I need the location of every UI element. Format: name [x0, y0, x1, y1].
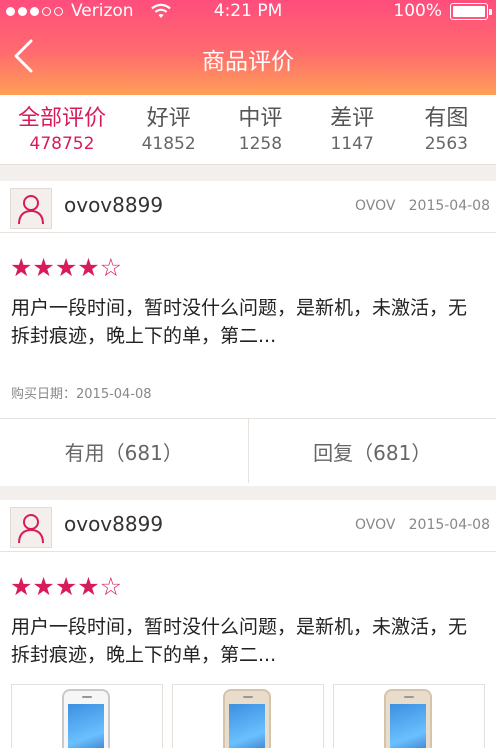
review-actions: 有用（681） 回复（681） — [0, 418, 496, 483]
tab-count: 478752 — [29, 134, 95, 154]
review-text[interactable]: 用户一段时间，暂时没什么问题，是新机，未激活，无拆封痕迹，晚上下的单，第二... — [11, 294, 481, 350]
star-filled-icon: ★★★★ — [10, 253, 100, 282]
user-icon[interactable] — [10, 507, 52, 548]
review-photo[interactable] — [11, 684, 163, 748]
phone-image — [384, 689, 432, 748]
product-brand: OVOV — [355, 198, 396, 214]
review-header: ovov8899 OVOV 2015-04-08 — [0, 500, 496, 552]
review-card: ovov8899 OVOV 2015-04-08 ★★★★☆ 用户一段时间，暂时… — [0, 181, 496, 486]
user-icon[interactable] — [10, 188, 52, 229]
tab-count: 1258 — [238, 134, 283, 154]
reply-button[interactable]: 回复（681） — [249, 419, 496, 483]
review-date: 2015-04-08 — [408, 517, 490, 533]
tab-label: 差评 — [330, 106, 375, 131]
phone-image — [62, 689, 110, 748]
tab-label: 好评 — [146, 106, 191, 131]
review-photos — [11, 684, 485, 748]
tab-neutral[interactable]: 中评 1258 — [213, 95, 307, 164]
review-text[interactable]: 用户一段时间，暂时没什么问题，是新机，未激活，无拆封痕迹，晚上下的单，第二... — [11, 613, 481, 669]
tab-with-images[interactable]: 有图 2563 — [397, 95, 496, 164]
review-date: 2015-04-08 — [408, 198, 490, 214]
header-bar: Verizon 4:21 PM 100% 商品评价 — [0, 0, 496, 95]
review-photo[interactable] — [172, 684, 324, 748]
phone-image — [223, 689, 271, 748]
useful-button[interactable]: 有用（681） — [0, 419, 249, 483]
username[interactable]: ovov8899 — [64, 193, 163, 217]
tab-count: 41852 — [141, 134, 196, 154]
battery-info: 100% — [393, 1, 492, 21]
star-empty-icon: ☆ — [99, 572, 123, 601]
tab-label: 中评 — [238, 106, 283, 131]
review-header: ovov8899 OVOV 2015-04-08 — [0, 181, 496, 233]
battery-percent: 100% — [393, 1, 442, 21]
star-rating: ★★★★☆ — [10, 572, 122, 601]
tab-count: 2563 — [424, 134, 468, 154]
star-empty-icon: ☆ — [99, 253, 123, 282]
username[interactable]: ovov8899 — [64, 512, 163, 536]
star-rating: ★★★★☆ — [10, 253, 122, 282]
tab-label: 全部评价 — [17, 106, 106, 131]
tab-label: 有图 — [424, 106, 469, 131]
tab-all[interactable]: 全部评价 478752 — [0, 95, 124, 164]
status-bar: Verizon 4:21 PM 100% — [0, 0, 496, 24]
tab-negative[interactable]: 差评 1147 — [308, 95, 397, 164]
tab-count: 1147 — [330, 134, 374, 154]
review-photo[interactable] — [333, 684, 485, 748]
purchase-date: 购买日期：2015-04-08 — [11, 387, 152, 402]
tab-positive[interactable]: 好评 41852 — [124, 95, 213, 164]
battery-icon — [450, 2, 492, 20]
page-title: 商品评价 — [202, 49, 294, 75]
product-brand: OVOV — [355, 517, 396, 533]
star-filled-icon: ★★★★ — [10, 572, 100, 601]
rating-tabs: 全部评价 478752 好评 41852 中评 1258 差评 1147 有图 … — [0, 95, 496, 165]
